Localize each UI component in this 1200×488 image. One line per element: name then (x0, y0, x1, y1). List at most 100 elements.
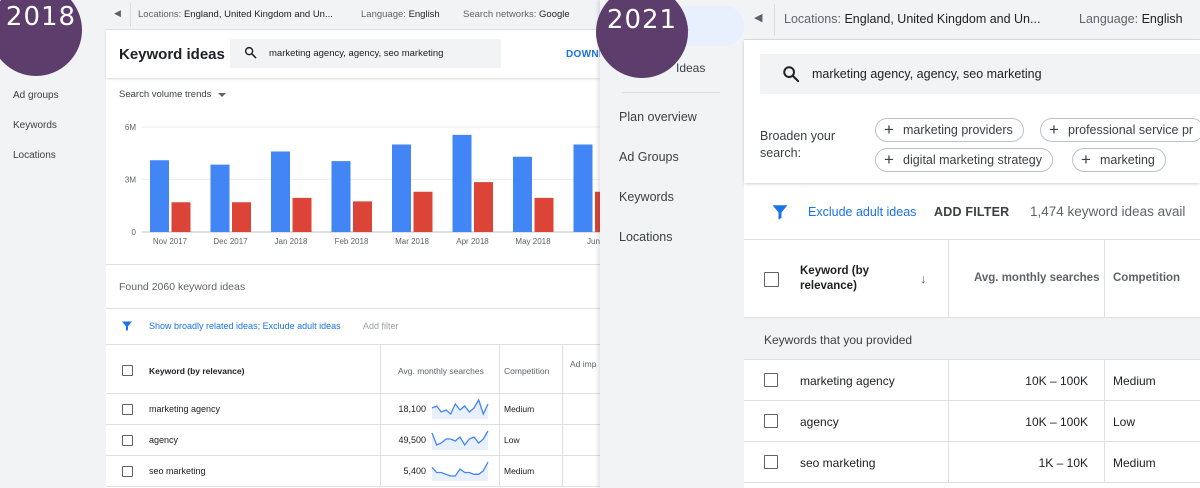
chip-label: marketing providers (903, 123, 1013, 137)
settings-bar: ◀ Locations: England, United Kingdom and… (106, 0, 600, 30)
bar-series-2 (474, 182, 493, 232)
table-row[interactable]: seo marketing 5,400 Medium (106, 456, 600, 487)
column-divider (499, 345, 500, 395)
row-checkbox[interactable] (764, 455, 778, 469)
sidebar-item-ad-groups[interactable]: Ad Groups (619, 150, 679, 164)
column-divider (562, 425, 563, 456)
locations-setting[interactable]: Locations: England, United Kingdom and U… (784, 12, 1040, 26)
bar-series-1 (331, 161, 351, 232)
add-filter-button[interactable]: Add filter (363, 321, 399, 331)
settings-bar: ◀ Locations: England, United Kingdom and… (744, 0, 1200, 40)
bar-series-2 (353, 201, 372, 232)
header-line: relevance) (800, 280, 857, 292)
plus-icon: + (884, 150, 894, 169)
dropdown-caret-icon[interactable] (218, 93, 226, 97)
broaden-chip[interactable]: + marketing (1072, 148, 1166, 172)
filter-icon[interactable] (121, 320, 133, 332)
bar-series-1 (210, 164, 230, 232)
column-divider (562, 345, 563, 395)
row-checkbox[interactable] (764, 373, 778, 387)
exclude-adult-ideas-link[interactable]: Exclude adult ideas (808, 205, 916, 219)
search-networks-setting[interactable]: Search networks: Google (463, 9, 570, 20)
add-filter-button[interactable]: ADD FILTER (934, 205, 1009, 219)
avg-searches-cell: 10K – 100K (1025, 415, 1088, 429)
column-header-ad-impressions[interactable]: Ad imp (570, 359, 596, 369)
locations-setting[interactable]: Locations: England, United Kingdom and U… (138, 9, 333, 20)
competition-cell: Medium (1113, 374, 1156, 388)
sidebar-item-plan-overview[interactable]: Plan overview (619, 110, 697, 124)
table-row[interactable]: agency 10K – 100K Low (744, 401, 1200, 442)
column-divider (562, 394, 563, 425)
search-input[interactable]: marketing agency, agency, seo marketing (230, 39, 501, 68)
table-row[interactable]: marketing agency 18,100 Medium (106, 394, 600, 425)
filter-links[interactable]: Show broadly related ideas; Exclude adul… (149, 321, 341, 331)
column-header-keyword[interactable]: Keyword (by relevance) (800, 264, 869, 294)
competition-cell: Medium (1113, 456, 1156, 470)
broaden-chip[interactable]: + digital marketing strategy (875, 148, 1053, 172)
row-checkbox[interactable] (122, 435, 133, 446)
keyword-cell: agency (149, 435, 179, 445)
avg-searches-cell: 10K – 100K (1025, 374, 1088, 388)
broaden-label-line: search: (760, 146, 801, 160)
download-button[interactable]: DOWNL (566, 49, 600, 60)
filter-icon[interactable] (771, 203, 789, 221)
table-row[interactable]: seo marketing 1K – 10K Medium (744, 442, 1200, 483)
chip-label: marketing (1100, 153, 1155, 167)
select-all-checkbox[interactable] (122, 365, 133, 376)
keyword-cell: agency (800, 415, 839, 429)
language-setting[interactable]: Language: English (1079, 12, 1183, 26)
keyword-planner-2018: Ad groups Keywords Locations ◀ Locations… (0, 0, 600, 488)
competition-cell: Low (504, 435, 520, 445)
column-header-avg-searches[interactable]: Avg. monthly searches (974, 272, 1099, 284)
competition-cell: Medium (504, 404, 535, 414)
select-all-checkbox[interactable] (764, 272, 779, 287)
column-header-competition[interactable]: Competition (504, 366, 549, 376)
divider (130, 3, 131, 27)
plus-icon: + (1049, 120, 1059, 139)
table-row[interactable]: agency 49,500 Low (106, 425, 600, 456)
column-header-keyword[interactable]: Keyword (by relevance) (149, 366, 244, 376)
column-header-competition[interactable]: Competition (1113, 272, 1180, 284)
search-icon (244, 46, 257, 59)
keyword-cell: seo marketing (149, 466, 206, 476)
collapse-icon[interactable]: ◀ (114, 8, 121, 19)
column-header-avg-searches[interactable]: Avg. monthly searches (398, 366, 484, 376)
sidebar-item-locations[interactable]: Locations (619, 230, 673, 244)
sidebar-item-locations[interactable]: Locations (13, 150, 56, 161)
row-checkbox[interactable] (122, 404, 133, 415)
table-row[interactable]: marketing agency 10K – 100K Medium (744, 360, 1200, 401)
row-checkbox[interactable] (122, 466, 133, 477)
group-header: Keywords that you provided (744, 318, 1200, 360)
bar-series-2 (171, 202, 191, 232)
search-input[interactable]: marketing agency, agency, seo marketing (760, 54, 1200, 94)
trend-selector[interactable]: Search volume trends (119, 89, 211, 100)
page-header: Keyword ideas marketing agency, agency, … (106, 30, 600, 78)
column-divider (948, 442, 949, 483)
column-divider (948, 240, 949, 318)
plus-icon: + (884, 120, 894, 139)
column-divider (948, 360, 949, 401)
keyword-cell: marketing agency (149, 404, 221, 414)
column-divider (499, 425, 500, 456)
sidebar-item-ad-groups[interactable]: Ad groups (13, 90, 59, 101)
bar-series-1 (513, 156, 532, 232)
broaden-chip[interactable]: + marketing providers (875, 118, 1024, 142)
collapse-icon[interactable]: ◀ (754, 11, 762, 24)
column-divider (948, 401, 949, 442)
competition-cell: Medium (504, 466, 535, 476)
sidebar-item-keywords[interactable]: Keywords (619, 190, 674, 204)
sidebar-item-ideas[interactable]: Ideas (676, 61, 705, 75)
broaden-chip[interactable]: + professional service pr (1040, 118, 1200, 142)
year-label: 2021 (606, 5, 678, 35)
sort-down-arrow-icon[interactable]: ↓ (920, 271, 927, 286)
broaden-label-line: Broaden your (760, 129, 836, 143)
x-tick-label: Jun (587, 237, 600, 246)
bar-series-1 (452, 134, 472, 232)
trend-sparkline (431, 398, 489, 419)
sidebar-item-keywords[interactable]: Keywords (13, 120, 57, 131)
x-tick-label: Dec 2017 (213, 237, 248, 246)
y-tick-label: 3M (125, 176, 136, 185)
language-setting[interactable]: Language: English (361, 9, 440, 20)
table-header: Keyword (by relevance) ↓ Avg. monthly se… (744, 240, 1200, 318)
row-checkbox[interactable] (764, 414, 778, 428)
